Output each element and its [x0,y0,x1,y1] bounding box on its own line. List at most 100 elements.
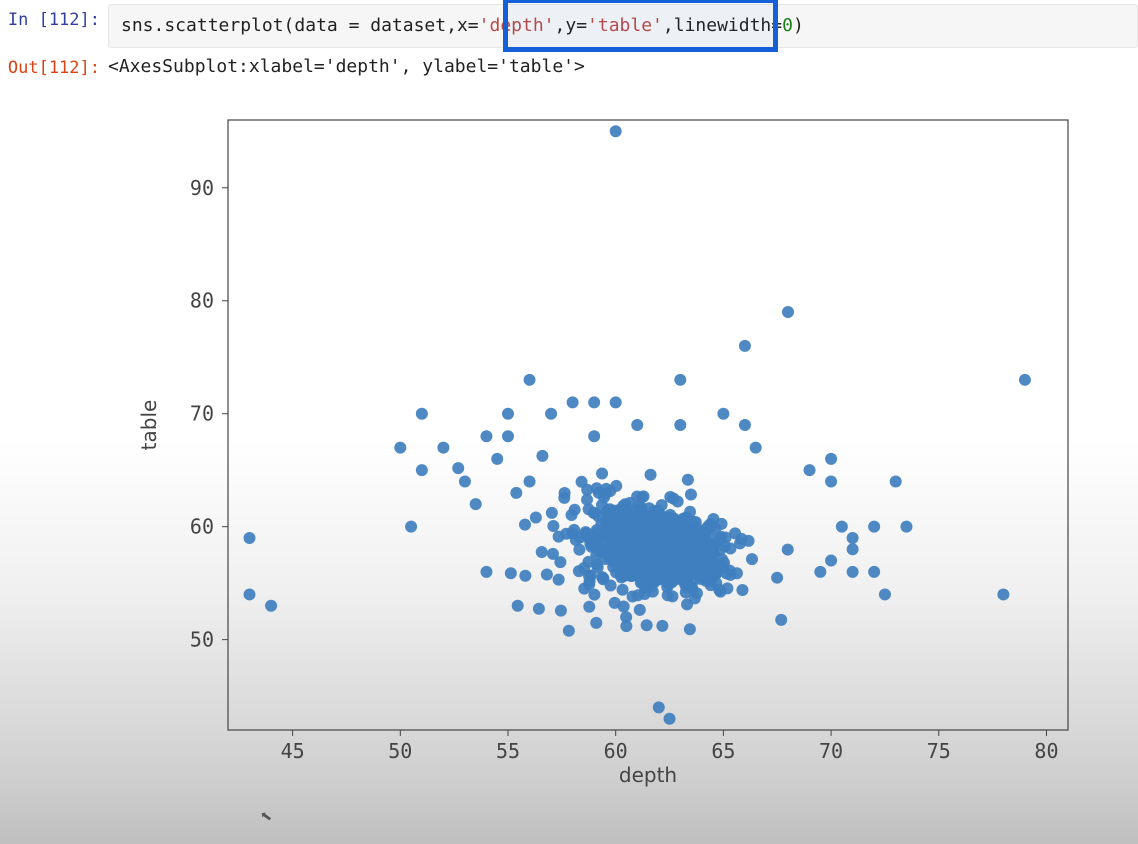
scatter-point [847,566,859,578]
scatter-point [678,521,690,533]
scatter-point [736,584,748,596]
code-seg: = [468,15,479,36]
scatter-point [634,604,646,616]
chart-output: 45505560657075805060708090depthtable [108,110,1138,790]
plot-border [228,120,1068,730]
scatter-point [502,408,514,420]
scatter-point [682,474,694,486]
scatter-point [825,475,837,487]
scatter-point [524,475,536,487]
scatter-point [524,374,536,386]
scatter-point [588,589,600,601]
scatter-point [512,600,524,612]
scatter-point [573,565,585,577]
x-axis-label: depth [619,763,677,787]
scatter-point [997,588,1009,600]
scatter-point [775,614,787,626]
scatter-point [693,546,705,558]
x-tick-label: 50 [388,739,412,763]
scatter-point [689,568,701,580]
scatter-point [560,528,572,540]
scatter-point [636,492,648,504]
scatter-chart: 45505560657075805060708090depthtable [108,110,1088,790]
input-cell: In [112]: sns.scatterplot(data = dataset… [0,0,1138,48]
scatter-point [555,605,567,617]
scatter-point [879,588,891,600]
scatter-point [674,419,686,431]
scatter-point [900,521,912,533]
scatter-point [771,572,783,584]
scatter-point [588,396,600,408]
scatter-point [510,487,522,499]
scatter-point [547,548,559,560]
scatter-point [672,495,684,507]
scatter-point [530,511,542,523]
scatter-point [664,713,676,725]
scatter-point [782,544,794,556]
x-tick-label: 55 [496,739,520,763]
scatter-point [890,475,902,487]
scatter-point [836,521,848,533]
scatter-point [847,543,859,555]
scatter-point [674,374,686,386]
scatter-point [545,408,557,420]
scatter-point [519,570,531,582]
scatter-point [825,453,837,465]
output-cell: Out[112]: <AxesSubplot:xlabel='depth', y… [0,48,1138,78]
scatter-point [847,532,859,544]
scatter-point [459,475,471,487]
scatter-point [416,408,428,420]
scatter-point [691,587,703,599]
out-prompt: Out[112]: [0,48,108,78]
code-seg: ) [793,15,804,36]
scatter-point [645,469,657,481]
x-tick-label: 65 [711,739,735,763]
scatter-point [596,468,608,480]
scatter-point [567,396,579,408]
code-seg: 'depth' [479,15,555,36]
x-tick-label: 60 [604,739,628,763]
y-tick-label: 50 [190,628,214,652]
y-tick-label: 80 [190,289,214,313]
scatter-point [620,611,632,623]
scatter-point [782,306,794,318]
scatter-point [452,462,464,474]
scatter-point [707,513,719,525]
scatter-point [597,572,609,584]
scatter-point [590,617,602,629]
scatter-point [661,540,673,552]
scatter-point [583,601,595,613]
scatter-point [685,536,697,548]
scatter-point [684,623,696,635]
scatter-point [558,492,570,504]
x-tick-label: 70 [819,739,843,763]
scatter-point [650,519,662,531]
scatter-point [632,589,644,601]
scatter-point [622,561,634,573]
scatter-point [265,600,277,612]
code-area[interactable]: sns.scatterplot(data = dataset,x='depth'… [108,4,1138,48]
scatter-point [685,489,697,501]
code-box[interactable]: sns.scatterplot(data = dataset,x='depth'… [108,4,1138,48]
scatter-point [578,583,590,595]
scatter-point [653,701,665,713]
scatter-point [244,532,256,544]
scatter-point [704,547,716,559]
scatter-point [656,620,668,632]
scatter-point [672,532,684,544]
code-seg: ,linewidth= [663,15,782,36]
cursor-icon: ⬉ [258,803,274,829]
scatter-point [610,125,622,137]
scatter-point [480,566,492,578]
scatter-point [746,553,758,565]
scatter-point [547,520,559,532]
scatter-point [416,464,428,476]
scatter-point [648,562,660,574]
scatter-point [598,491,610,503]
scatter-point [553,574,565,586]
scatter-point [609,505,621,517]
scatter-point [641,619,653,631]
scatter-point [573,544,585,556]
scatter-point [563,625,575,637]
scatter-point [804,464,816,476]
